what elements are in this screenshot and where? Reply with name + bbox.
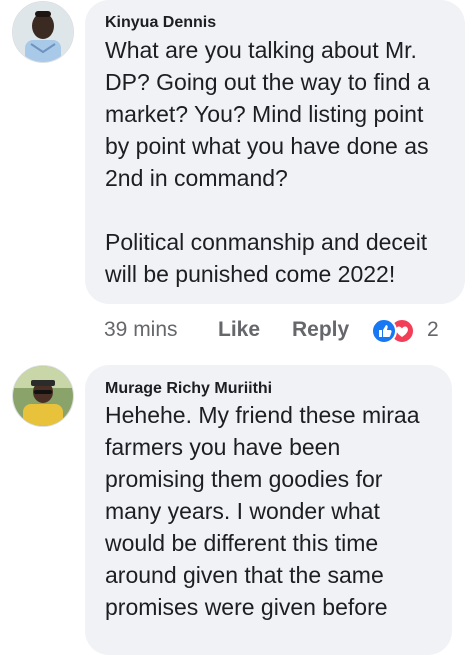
comment-text: What are you talking about Mr. DP? Going… <box>105 37 430 287</box>
comment-timestamp[interactable]: 39 mins <box>104 318 178 342</box>
comment-bubble: Murage Richy Muriithi Hehehe. My friend … <box>85 365 452 655</box>
reply-button[interactable]: Reply <box>292 318 349 342</box>
comment-author[interactable]: Kinyua Dennis <box>105 14 216 32</box>
avatar[interactable] <box>12 365 74 427</box>
reaction-count: 2 <box>427 318 439 341</box>
comment-bubble: Kinyua Dennis What are you talking about… <box>85 0 465 304</box>
reactions-summary[interactable]: 2 <box>371 318 451 344</box>
like-icon <box>371 318 397 344</box>
comment-text: Hehehe. My friend these miraa farmers yo… <box>105 402 420 620</box>
comment-author[interactable]: Murage Richy Muriithi <box>105 380 272 398</box>
avatar[interactable] <box>12 1 74 63</box>
like-button[interactable]: Like <box>218 318 260 342</box>
